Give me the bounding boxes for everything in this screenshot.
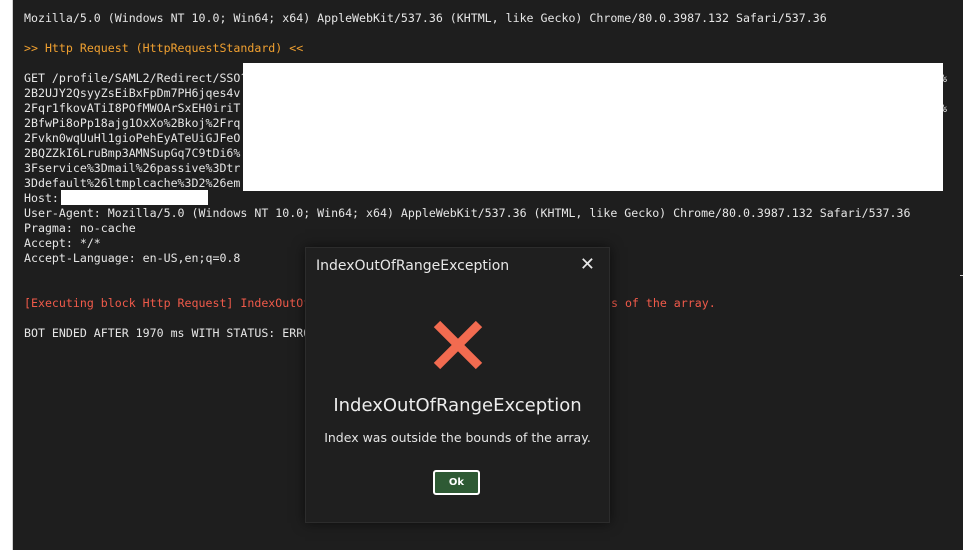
console-line-error: [Executing block Http Request] IndexOutO… [24, 296, 311, 310]
console-line-user-agent-top: Mozilla/5.0 (Windows NT 10.0; Win64; x64… [24, 11, 827, 25]
console-line-url: 3Fservice%3Dmail%26passive%3Dtr [24, 161, 241, 175]
console-line-url: 3Ddefault%26ltmplcache%3D2%26em [24, 176, 241, 190]
console-line-url: 2Fvkn0wqUuHl1gioPehEyATeUiGJFeO [24, 131, 241, 145]
console-line-bot-ended: BOT ENDED AFTER 1970 ms WITH STATUS: ERR… [24, 326, 311, 340]
dialog-message: Index was outside the bounds of the arra… [324, 430, 591, 445]
console-line-url: 2BfwPi8oPp18ajg1OxXo%2Bkoj%2Frq [24, 116, 241, 130]
error-x-icon [433, 320, 483, 370]
console-line-accept-language: Accept-Language: en-US,en;q=0.8 [24, 251, 241, 265]
redacted-host [61, 190, 208, 205]
console-line-user-agent: User-Agent: Mozilla/5.0 (Windows NT 10.0… [24, 206, 911, 220]
window-edge [0, 0, 13, 550]
ok-button[interactable]: Ok [433, 470, 480, 495]
console-line-host: Host: [24, 191, 59, 205]
console-line-accept: Accept: */* [24, 236, 101, 250]
error-dialog: IndexOutOfRangeException ✕ IndexOutOfRan… [305, 247, 610, 523]
console-line-url: 2BQZZkI6LruBmp3AMNSupGq7C9tDi6% [24, 146, 241, 160]
http-request-section-header: >> Http Request (HttpRequestStandard) << [24, 41, 304, 55]
dialog-title: IndexOutOfRangeException [316, 258, 510, 274]
close-icon[interactable]: ✕ [580, 254, 595, 275]
console-line-get: GET /profile/SAML2/Redirect/SSO? [24, 71, 248, 85]
redacted-block [243, 63, 943, 191]
console-line-pragma: Pragma: no-cache [24, 221, 136, 235]
dialog-heading: IndexOutOfRangeException [333, 395, 582, 416]
console-line-error-end: ds of the array. [604, 296, 716, 310]
console-line-url: 2B2UJY2QsyyZsEiBxFpDm7PH6jqes4v [24, 86, 241, 100]
console-line-url: 2Fqr1fkovATiI8POfMWOArSxEH0iriT [24, 101, 241, 115]
